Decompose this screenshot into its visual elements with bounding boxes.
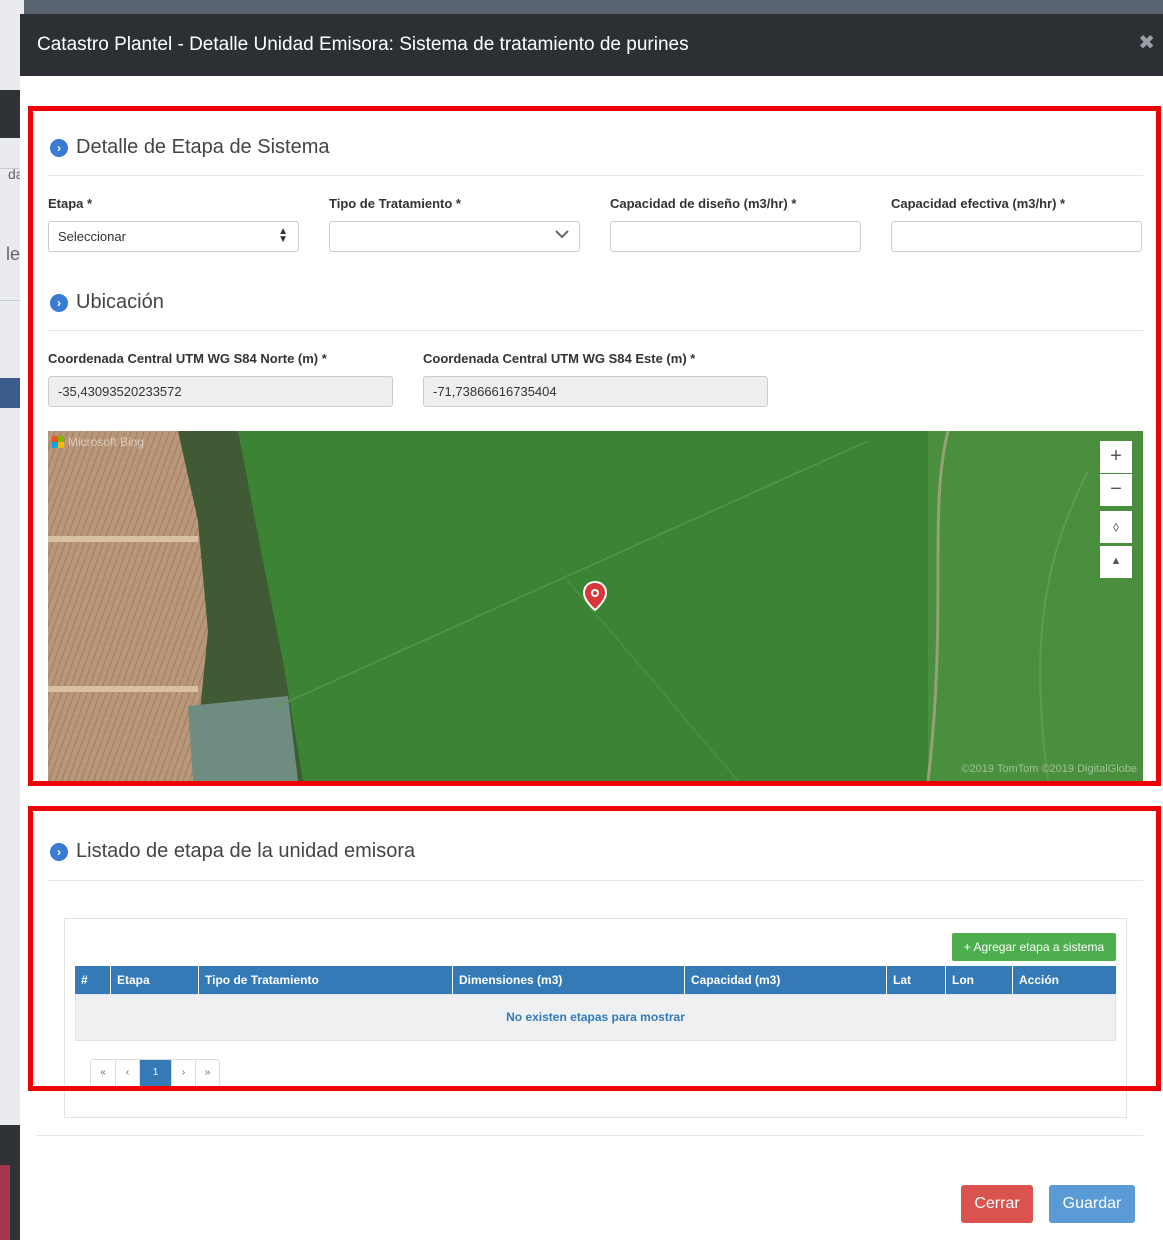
close-icon[interactable]: ✖ <box>1138 32 1155 54</box>
norte-value: -35,43093520233572 <box>58 384 182 399</box>
zoom-in-button[interactable]: + <box>1100 441 1132 473</box>
etapa-select-value: Seleccionar <box>58 229 126 244</box>
add-etapa-button[interactable]: + Agregar etapa a sistema <box>952 933 1116 961</box>
section-title-listado-label: Listado de etapa de la unidad emisora <box>76 840 416 862</box>
etapa-select[interactable]: Seleccionar ▲ ▼ <box>48 221 299 252</box>
satellite-map[interactable]: Microsoft Bing + − ⬨ ▲ ©2019 TomTom ©201… <box>48 431 1143 781</box>
este-label: Coordenada Central UTM WG S84 Este (m) * <box>423 351 696 366</box>
section-title-detalle: › Detalle de Etapa de Sistema <box>50 136 330 159</box>
compass-icon[interactable]: ⬨ <box>1100 511 1132 543</box>
este-value: -71,73866616735404 <box>433 384 557 399</box>
pagination: « ‹ 1 › » <box>90 1059 220 1087</box>
column-header[interactable]: Etapa <box>110 966 198 994</box>
capacidad-efectiva-input[interactable] <box>891 221 1142 252</box>
zoom-out-button[interactable]: − <box>1100 474 1132 506</box>
norte-input[interactable]: -35,43093520233572 <box>48 376 393 407</box>
microsoft-logo-icon <box>52 436 64 448</box>
chevron-right-circle-icon: › <box>50 138 68 157</box>
page-last-button[interactable]: » <box>195 1060 219 1086</box>
page-prev-button[interactable]: ‹ <box>115 1060 139 1086</box>
map-style-icon[interactable]: ▲ <box>1100 546 1132 578</box>
page-first-button[interactable]: « <box>91 1060 115 1086</box>
section-title-ubicacion: › Ubicación <box>50 291 164 314</box>
section-title-listado: › Listado de etapa de la unidad emisora <box>50 840 415 863</box>
column-header[interactable]: Lat <box>886 966 945 994</box>
chevron-down-icon <box>555 230 569 239</box>
capacidad-efectiva-label: Capacidad efectiva (m3/hr) * <box>891 196 1066 211</box>
background-text-fragment: le <box>6 244 21 264</box>
page-next-button[interactable]: › <box>171 1060 195 1086</box>
guardar-button[interactable]: Guardar <box>1049 1185 1135 1223</box>
table-header: # Etapa Tipo de Tratamiento Dimensiones … <box>75 966 1116 994</box>
background-maroon-band <box>0 1165 10 1240</box>
map-copyright: ©2019 TomTom ©2019 DigitalGlobe <box>961 763 1137 775</box>
modal-title: Catastro Plantel - Detalle Unidad Emisor… <box>37 34 689 55</box>
etapa-label: Etapa * <box>48 196 93 211</box>
table-empty-row: No existen etapas para mostrar <box>75 994 1116 1041</box>
capacidad-diseno-label: Capacidad de diseño (m3/hr) * <box>610 196 797 211</box>
chevron-right-circle-icon: › <box>50 293 68 312</box>
column-header[interactable]: Tipo de Tratamiento <box>198 966 452 994</box>
este-input[interactable]: -71,73866616735404 <box>423 376 768 407</box>
modal-dialog: Catastro Plantel - Detalle Unidad Emisor… <box>20 14 1163 1240</box>
divider <box>48 175 1143 176</box>
column-header[interactable]: # <box>75 966 110 994</box>
bing-logo: Microsoft Bing <box>52 435 144 449</box>
capacidad-diseno-input[interactable] <box>610 221 861 252</box>
section-title-detalle-label: Detalle de Etapa de Sistema <box>76 136 330 158</box>
chevron-right-circle-icon: › <box>50 842 68 861</box>
column-header[interactable]: Dimensiones (m3) <box>452 966 684 994</box>
tipo-tratamiento-label: Tipo de Tratamiento * <box>329 196 461 211</box>
footer-divider <box>36 1135 1143 1136</box>
page-current-button[interactable]: 1 <box>139 1060 171 1086</box>
map-provider-text: Microsoft Bing <box>68 435 145 449</box>
cerrar-button[interactable]: Cerrar <box>961 1185 1033 1223</box>
select-arrows-icon: ▲ ▼ <box>278 226 288 245</box>
map-pin-icon[interactable] <box>583 581 607 611</box>
column-header[interactable]: Capacidad (m3) <box>684 966 886 994</box>
norte-label: Coordenada Central UTM WG S84 Norte (m) … <box>48 351 327 366</box>
modal-header: Catastro Plantel - Detalle Unidad Emisor… <box>20 14 1163 76</box>
divider <box>48 880 1143 881</box>
column-header[interactable]: Acción <box>1012 966 1116 994</box>
column-header[interactable]: Lon <box>945 966 1012 994</box>
divider <box>48 330 1143 331</box>
tipo-tratamiento-select[interactable] <box>329 221 580 252</box>
section-title-ubicacion-label: Ubicación <box>76 291 164 313</box>
